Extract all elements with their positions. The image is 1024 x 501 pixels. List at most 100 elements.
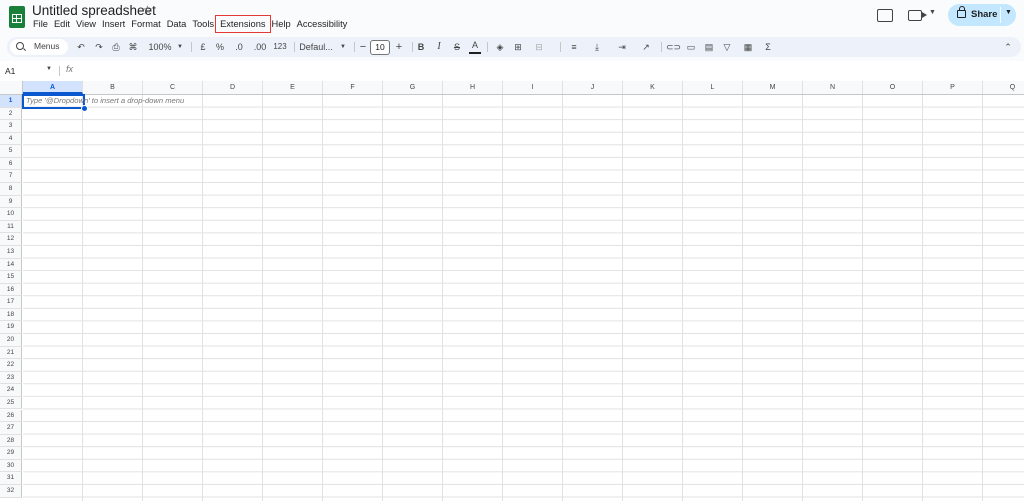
column-header[interactable]: J xyxy=(563,81,623,94)
column-header[interactable]: G xyxy=(383,81,443,94)
row-header[interactable]: 23 xyxy=(0,371,22,385)
functions-button[interactable]: Σ xyxy=(762,39,774,55)
row-header[interactable]: 16 xyxy=(0,283,22,297)
column-header[interactable]: O xyxy=(863,81,923,94)
undo-icon[interactable]: ↶ xyxy=(75,39,87,55)
filter-views-icon[interactable]: ▦ xyxy=(738,39,758,55)
menu-data[interactable]: Data xyxy=(164,17,190,31)
insert-link-icon[interactable]: ⊂⊃ xyxy=(666,39,681,55)
star-icon[interactable]: ☆ xyxy=(142,3,153,17)
chevron-down-icon[interactable]: ▼ xyxy=(929,9,936,16)
chevron-down-icon[interactable]: ▼ xyxy=(46,66,52,72)
menu-view[interactable]: View xyxy=(73,17,99,31)
row-header[interactable]: 27 xyxy=(0,422,22,435)
chevron-down-icon[interactable]: ▼ xyxy=(1005,9,1012,16)
column-header[interactable]: F xyxy=(323,81,383,94)
collapse-toolbar-icon[interactable]: ⌃ xyxy=(1002,39,1014,55)
sheets-logo-icon[interactable] xyxy=(9,6,25,28)
row-header[interactable]: 17 xyxy=(0,296,22,309)
comment-icon[interactable] xyxy=(877,9,893,22)
menu-file[interactable]: File xyxy=(30,17,51,31)
font-family-select[interactable]: Defaul... xyxy=(298,39,334,55)
row-header[interactable]: 22 xyxy=(0,359,22,372)
menu-accessibility[interactable]: Accessibility xyxy=(294,17,351,31)
row-header[interactable]: 13 xyxy=(0,245,22,259)
row-header[interactable]: 10 xyxy=(0,208,22,221)
menu-format[interactable]: Format xyxy=(128,17,163,31)
menus-search-button[interactable]: Menus xyxy=(10,39,68,55)
fill-color-icon[interactable]: ◈ xyxy=(494,39,506,55)
row-header[interactable]: 21 xyxy=(0,346,22,360)
decrease-font-size-button[interactable]: − xyxy=(357,39,369,55)
print-icon[interactable]: ⎙ xyxy=(110,39,122,55)
row-header[interactable]: 1 xyxy=(0,95,22,108)
row-header[interactable]: 28 xyxy=(0,434,22,448)
row-header[interactable]: 4 xyxy=(0,132,22,146)
horizontal-align-icon[interactable]: ≡ xyxy=(565,39,583,55)
select-all-corner[interactable] xyxy=(0,81,23,94)
column-header[interactable]: P xyxy=(923,81,983,94)
column-header[interactable]: M xyxy=(743,81,803,94)
share-button[interactable]: Share ▼ xyxy=(948,4,1016,26)
text-color-button[interactable]: A xyxy=(469,39,481,54)
row-header[interactable]: 2 xyxy=(0,107,22,121)
borders-icon[interactable]: ⊞ xyxy=(512,39,524,55)
row-header[interactable]: 12 xyxy=(0,233,22,246)
column-header[interactable]: N xyxy=(803,81,863,94)
name-box[interactable]: A1 xyxy=(5,66,15,76)
menu-help[interactable]: Help xyxy=(269,17,294,31)
menu-tools[interactable]: Tools xyxy=(189,17,217,31)
row-header[interactable]: 30 xyxy=(0,459,22,473)
row-header[interactable]: 9 xyxy=(0,195,22,209)
bold-button[interactable]: B xyxy=(415,39,427,55)
row-header[interactable]: 29 xyxy=(0,447,22,460)
menu-edit[interactable]: Edit xyxy=(51,17,73,31)
currency-button[interactable]: £ xyxy=(197,39,209,55)
strikethrough-button[interactable]: S xyxy=(451,39,463,55)
insert-chart-icon[interactable]: ▤ xyxy=(703,39,715,55)
column-header[interactable]: H xyxy=(443,81,503,94)
increase-font-size-button[interactable]: + xyxy=(393,39,405,55)
redo-icon[interactable]: ↷ xyxy=(93,39,105,55)
column-header[interactable]: I xyxy=(503,81,563,94)
menu-extensions[interactable]: Extensions xyxy=(215,15,271,33)
row-header[interactable]: 3 xyxy=(0,120,22,133)
column-header[interactable]: L xyxy=(683,81,743,94)
chevron-down-icon[interactable]: ▼ xyxy=(176,39,184,55)
row-header[interactable]: 20 xyxy=(0,334,22,347)
insert-comment-icon[interactable]: ▭ xyxy=(685,39,697,55)
row-header[interactable]: 15 xyxy=(0,271,22,284)
column-header[interactable]: D xyxy=(203,81,263,94)
italic-button[interactable]: I xyxy=(433,39,445,55)
column-header[interactable]: E xyxy=(263,81,323,94)
increase-decimal-button[interactable]: .00 xyxy=(251,39,269,55)
row-header[interactable]: 11 xyxy=(0,220,22,234)
column-header[interactable]: Q xyxy=(983,81,1024,94)
row-header[interactable]: 32 xyxy=(0,484,22,498)
text-wrapping-icon[interactable]: ⇥ xyxy=(612,39,632,55)
font-size-input[interactable]: 10 xyxy=(370,40,390,55)
merge-cells-icon[interactable]: ⊟ xyxy=(530,39,548,55)
column-header[interactable]: K xyxy=(623,81,683,94)
row-header[interactable]: 6 xyxy=(0,157,22,171)
decrease-decimal-button[interactable]: .0 xyxy=(232,39,246,55)
zoom-select[interactable]: 100% xyxy=(147,39,173,55)
number-format-button[interactable]: 123 xyxy=(272,39,288,55)
paint-format-icon[interactable]: ⌘ xyxy=(127,39,139,55)
row-header[interactable]: 5 xyxy=(0,145,22,158)
document-title[interactable]: Untitled spreadsheet xyxy=(32,3,156,18)
row-header[interactable]: 8 xyxy=(0,183,22,196)
text-rotation-icon[interactable]: ↗ xyxy=(637,39,655,55)
fill-handle[interactable] xyxy=(81,105,88,112)
cell-area[interactable] xyxy=(23,95,1024,501)
row-header[interactable]: 14 xyxy=(0,258,22,272)
vertical-align-icon[interactable]: ⤓ xyxy=(588,39,606,55)
percent-button[interactable]: % xyxy=(214,39,226,55)
menu-insert[interactable]: Insert xyxy=(99,17,128,31)
row-header[interactable]: 31 xyxy=(0,472,22,485)
video-call-icon[interactable] xyxy=(908,10,927,21)
row-header[interactable]: 24 xyxy=(0,384,22,397)
row-header[interactable]: 25 xyxy=(0,396,22,410)
chevron-down-icon[interactable]: ▼ xyxy=(339,39,347,55)
column-header[interactable]: C xyxy=(143,81,203,94)
